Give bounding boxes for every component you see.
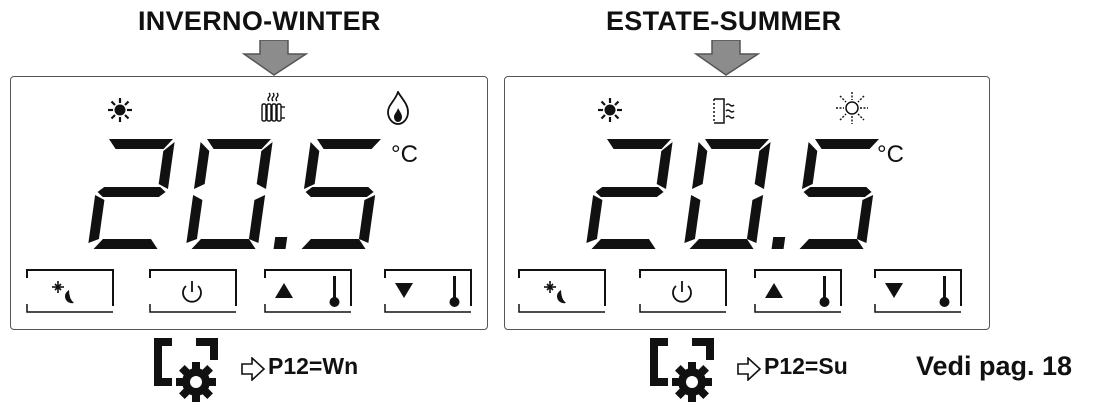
temp-up-button[interactable] (753, 268, 843, 314)
triangle-up-icon (765, 283, 783, 298)
temp-down-button[interactable] (383, 268, 473, 314)
sun-moon-icon (544, 281, 556, 293)
thermometer-icon (449, 276, 460, 307)
thermometer-icon (819, 276, 830, 307)
power-button[interactable] (638, 268, 728, 314)
page-reference: Vedi pag. 18 (916, 351, 1073, 381)
thermometer-icon (329, 276, 340, 307)
digit-2 (88, 139, 175, 249)
winter-thermostat-display: °C (10, 76, 488, 330)
temp-down-button[interactable] (873, 268, 963, 314)
power-button[interactable] (148, 268, 238, 314)
thermometer-icon (939, 276, 950, 307)
digit-0 (684, 139, 771, 249)
summer-thermostat-display: °C (504, 76, 990, 330)
pointer-arrow-icon (241, 357, 266, 381)
triangle-up-icon (275, 283, 293, 298)
summer-down-arrow-icon (694, 40, 760, 76)
temp-up-button[interactable] (263, 268, 353, 314)
celsius-unit: °C (877, 141, 904, 168)
decimal-point (273, 237, 288, 249)
summer-mode-title: ESTATE-SUMMER (606, 6, 842, 36)
sun-moon-icon (52, 281, 64, 293)
triangle-down-icon (885, 283, 903, 298)
digit-0 (186, 139, 273, 249)
triangle-down-icon (395, 283, 413, 298)
summer-parameter: P12=Su (764, 353, 848, 379)
pointer-arrow-icon (737, 357, 762, 381)
sun-moon-button[interactable] (517, 268, 607, 314)
decimal-point (771, 237, 786, 249)
settings-gear-icon (650, 338, 714, 402)
winter-down-arrow-icon (242, 40, 308, 76)
digit-2 (586, 139, 673, 249)
winter-mode-title: INVERNO-WINTER (138, 6, 381, 36)
digit-5 (301, 139, 381, 249)
power-icon (182, 281, 202, 303)
celsius-unit: °C (391, 141, 418, 168)
power-icon (672, 281, 692, 303)
settings-gear-icon (154, 338, 218, 402)
winter-parameter: P12=Wn (268, 353, 359, 379)
sun-moon-button[interactable] (25, 268, 115, 314)
digit-5 (799, 139, 879, 249)
